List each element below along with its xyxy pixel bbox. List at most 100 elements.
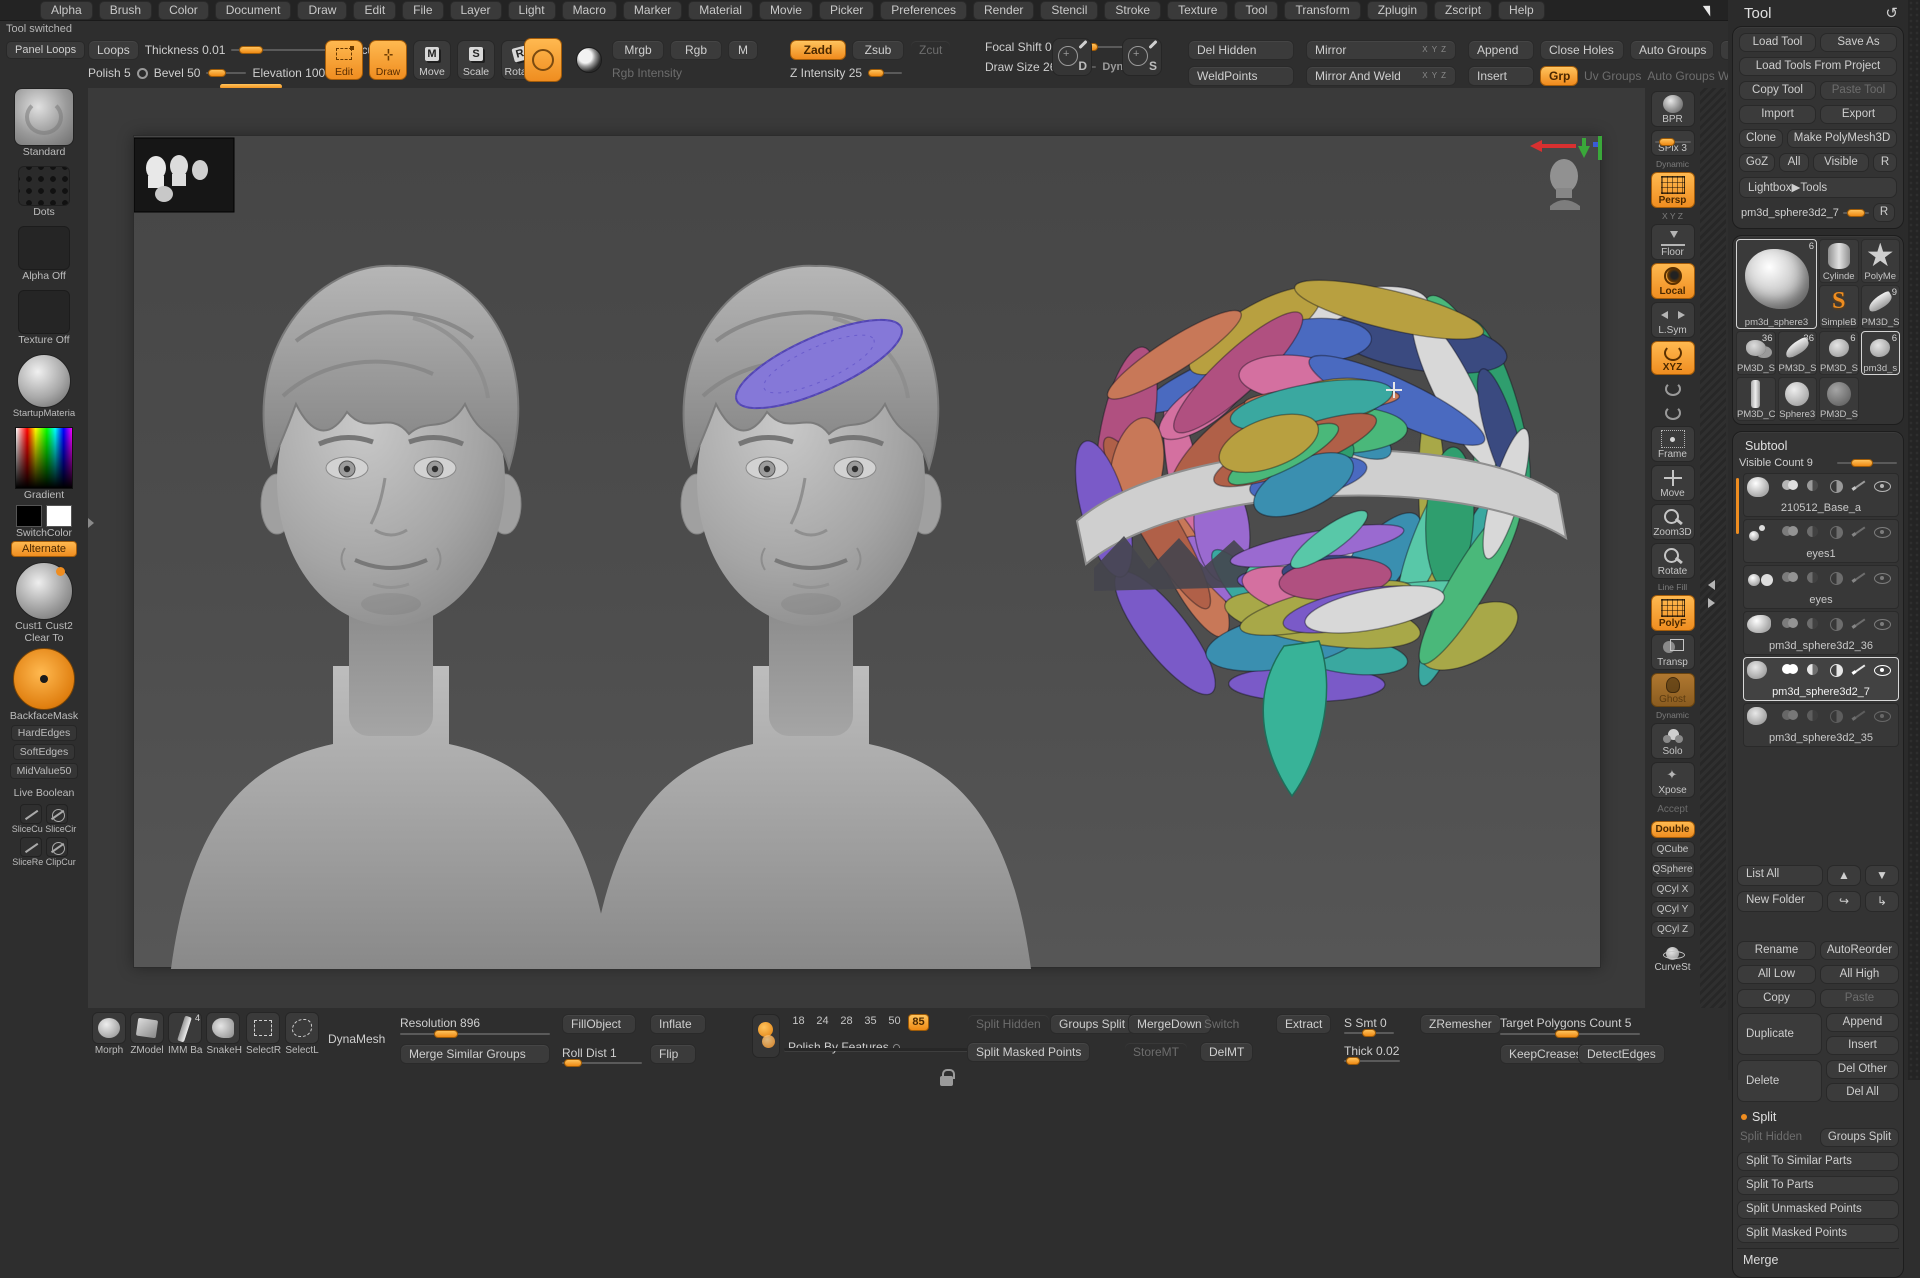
menu-item-texture[interactable]: Texture bbox=[1167, 1, 1228, 20]
shelf-move-button[interactable]: Move bbox=[1651, 465, 1695, 501]
shelf-persp-button[interactable]: Persp bbox=[1651, 172, 1695, 208]
dynamic-draw-size-s-button[interactable]: S bbox=[1122, 38, 1162, 76]
lock-icon[interactable] bbox=[940, 1076, 953, 1086]
rename-button[interactable]: Rename bbox=[1737, 941, 1816, 960]
current-brush-large-thumbnail[interactable] bbox=[14, 88, 74, 146]
brush-slot-morph[interactable]: Morph bbox=[92, 1012, 126, 1056]
menu-item-picker[interactable]: Picker bbox=[819, 1, 874, 20]
append-button[interactable]: Append bbox=[1468, 40, 1534, 60]
menu-item-transform[interactable]: Transform bbox=[1284, 1, 1360, 20]
secondary-color-swatch[interactable] bbox=[46, 505, 72, 527]
contrast-icon[interactable] bbox=[1828, 709, 1844, 721]
softedges-button[interactable]: SoftEdges bbox=[13, 744, 75, 760]
hardedges-button[interactable]: HardEdges bbox=[11, 725, 78, 741]
zsub-button[interactable]: Zsub bbox=[852, 40, 904, 60]
slicecurve-icon[interactable] bbox=[20, 804, 42, 824]
del-other-button[interactable]: Del Other bbox=[1826, 1060, 1899, 1079]
shelf-solo-button[interactable]: Solo bbox=[1651, 723, 1695, 759]
subtool-row-pm3d_sphere3d2_35[interactable]: pm3d_sphere3d2_35 bbox=[1743, 703, 1899, 747]
alternate-button[interactable]: Alternate bbox=[11, 541, 77, 557]
polish-radio[interactable] bbox=[137, 68, 148, 79]
detectedges-button[interactable]: DetectEdges bbox=[1578, 1044, 1665, 1064]
thick-slider[interactable]: Thick 0.02 bbox=[1344, 1044, 1399, 1058]
axis-gizmo[interactable] bbox=[1530, 136, 1602, 160]
goz-visible-button[interactable]: Visible bbox=[1813, 153, 1869, 172]
close-holes-button[interactable]: Close Holes bbox=[1540, 40, 1624, 60]
eye-icon[interactable] bbox=[1874, 525, 1890, 537]
shade-icon[interactable] bbox=[1805, 571, 1821, 583]
subtool-down-button[interactable]: ▼ bbox=[1865, 865, 1899, 886]
shade-icon[interactable] bbox=[1805, 479, 1821, 491]
split-unmasked-points-button[interactable]: Split Unmasked Points bbox=[1737, 1200, 1899, 1219]
target-polygons-slider[interactable]: Target Polygons Count 5 bbox=[1500, 1016, 1631, 1030]
goz-button[interactable]: GoZ bbox=[1739, 153, 1775, 172]
spix-slider[interactable] bbox=[1655, 141, 1691, 143]
document-area[interactable] bbox=[133, 135, 1601, 968]
zremesher-button[interactable]: ZRemesher bbox=[1420, 1014, 1501, 1034]
list-all-button[interactable]: List All bbox=[1737, 865, 1823, 886]
elevation-slider[interactable]: Elevation 100 bbox=[252, 66, 325, 80]
merge-similar-groups-button[interactable]: Merge Similar Groups bbox=[400, 1044, 550, 1064]
split-hidden-shelf-button[interactable]: Split Hidden bbox=[967, 1014, 1050, 1034]
weldpoints-button[interactable]: WeldPoints bbox=[1188, 66, 1294, 86]
shelf-ghost-button[interactable]: Ghost bbox=[1651, 673, 1695, 707]
rgb-intensity-slider[interactable]: Rgb Intensity bbox=[612, 66, 682, 80]
shelf-frame-button[interactable]: Frame bbox=[1651, 426, 1695, 462]
menu-item-edit[interactable]: Edit bbox=[353, 1, 396, 20]
clear-to-label[interactable]: Clear To bbox=[25, 632, 64, 644]
dynamesh-project-icon[interactable] bbox=[752, 1014, 780, 1058]
menu-item-help[interactable]: Help bbox=[1498, 1, 1545, 20]
load-tools-from-project-button[interactable]: Load Tools From Project bbox=[1739, 57, 1897, 76]
menu-item-movie[interactable]: Movie bbox=[759, 1, 813, 20]
menu-item-tool[interactable]: Tool bbox=[1234, 1, 1278, 20]
brush-icon[interactable] bbox=[1851, 525, 1867, 537]
storemt-button[interactable]: StoreMT bbox=[1124, 1042, 1188, 1062]
viewport-canvas[interactable] bbox=[88, 88, 1645, 1008]
tool-thumbnail-pm3d-s[interactable]: 36PM3D_S bbox=[1736, 331, 1776, 375]
rgb-button[interactable]: Rgb bbox=[670, 40, 722, 60]
alpha-thumbnail[interactable] bbox=[18, 226, 70, 270]
active-tool-r-button[interactable]: R bbox=[1873, 203, 1895, 222]
shelf-qcyl-z-button[interactable]: QCyl Z bbox=[1651, 921, 1695, 938]
all-low-button[interactable]: All Low bbox=[1737, 965, 1816, 984]
brush-slot-selectr[interactable]: SelectR bbox=[246, 1012, 281, 1056]
zadd-button[interactable]: Zadd bbox=[790, 40, 846, 60]
mirror-and-weld-button[interactable]: Mirror And WeldX Y Z bbox=[1306, 66, 1456, 86]
import-button[interactable]: Import bbox=[1739, 105, 1816, 124]
insert-subtool-button[interactable]: Insert bbox=[1826, 1036, 1899, 1055]
split-masked-points-shelf-button[interactable]: Split Masked Points bbox=[967, 1042, 1090, 1062]
del-hidden-button[interactable]: Del Hidden bbox=[1188, 40, 1294, 60]
tool-thumbnail-polyme[interactable]: PolyMe bbox=[1861, 239, 1901, 283]
bevel-slider[interactable]: Bevel 50 bbox=[154, 66, 201, 80]
edit-button[interactable]: Edit bbox=[325, 40, 363, 80]
make-polymesh3d-button[interactable]: Make PolyMesh3D bbox=[1787, 129, 1897, 148]
menu-item-material[interactable]: Material bbox=[688, 1, 753, 20]
load-tool-button[interactable]: Load Tool bbox=[1739, 33, 1816, 52]
active-tool-slider[interactable]: pm3d_sphere3d2_7. 52 bbox=[1741, 207, 1839, 219]
duplicate-button[interactable]: Duplicate bbox=[1737, 1013, 1822, 1055]
tool-thumbnail-pm3d-s[interactable]: 36PM3D_S bbox=[1778, 331, 1818, 375]
tool-thumbnail-pm3d-sphere3[interactable]: 6pm3d_sphere3 bbox=[1736, 239, 1817, 329]
split-hidden-button[interactable]: Split Hidden bbox=[1737, 1128, 1816, 1147]
goz-r-button[interactable]: R bbox=[1873, 153, 1897, 172]
extract-button[interactable]: Extract bbox=[1276, 1014, 1331, 1034]
mirror-button[interactable]: MirrorX Y Z bbox=[1306, 40, 1456, 60]
menu-item-alpha[interactable]: Alpha bbox=[40, 1, 93, 20]
eye-icon[interactable] bbox=[1874, 663, 1890, 675]
menu-item-stencil[interactable]: Stencil bbox=[1040, 1, 1098, 20]
shelf-zoom3d-button[interactable]: Zoom3D bbox=[1651, 504, 1695, 540]
menu-item-marker[interactable]: Marker bbox=[623, 1, 682, 20]
contrast-icon[interactable] bbox=[1828, 479, 1844, 491]
brush-icon[interactable] bbox=[1851, 709, 1867, 721]
loops-button[interactable]: Loops bbox=[88, 40, 139, 60]
paste-subtool-button[interactable]: Paste bbox=[1820, 989, 1899, 1008]
insert-button[interactable]: Insert bbox=[1468, 66, 1534, 86]
uv-groups-button[interactable]: Uv Groups bbox=[1584, 69, 1641, 83]
brush-icon[interactable] bbox=[1851, 663, 1867, 675]
shelf-floor-button[interactable]: Floor bbox=[1651, 224, 1695, 260]
menu-item-zplugin[interactable]: Zplugin bbox=[1367, 1, 1428, 20]
shelf-polyf-button[interactable]: PolyF bbox=[1651, 595, 1695, 631]
resolution-preset-24[interactable]: 24 bbox=[812, 1014, 833, 1031]
shelf-qcyl-y-button[interactable]: QCyl Y bbox=[1651, 901, 1695, 918]
draw-size-slider[interactable]: Draw Size 26 bbox=[985, 60, 1056, 74]
